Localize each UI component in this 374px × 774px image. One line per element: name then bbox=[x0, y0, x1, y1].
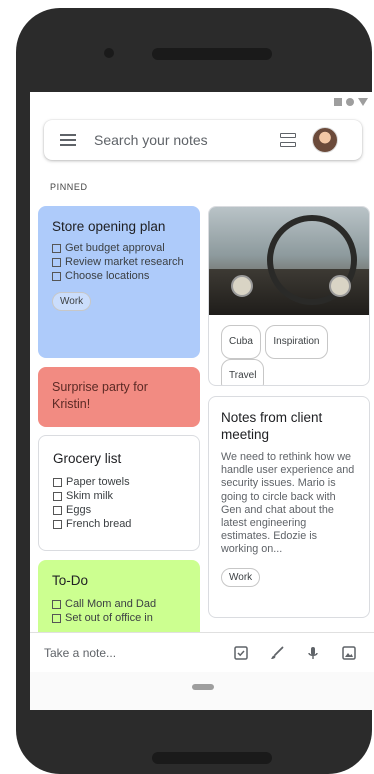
image-icon[interactable] bbox=[340, 644, 358, 662]
microphone-icon[interactable] bbox=[304, 644, 322, 662]
label-chip[interactable]: Cuba bbox=[221, 325, 261, 359]
search-bar[interactable] bbox=[44, 120, 362, 160]
grid-view-icon[interactable] bbox=[280, 133, 296, 147]
gauge-shape bbox=[329, 275, 351, 297]
note-grocery-list[interactable]: Grocery list Paper towels Skim milk Eggs… bbox=[38, 435, 200, 551]
bottom-speaker bbox=[152, 752, 272, 764]
list-item: Choose locations bbox=[52, 269, 186, 283]
note-client-meeting[interactable]: Notes from client meeting We need to ret… bbox=[208, 396, 370, 618]
status-bar bbox=[334, 98, 368, 106]
checkbox-icon[interactable] bbox=[53, 478, 62, 487]
brush-icon[interactable] bbox=[268, 644, 286, 662]
checkbox-icon[interactable] bbox=[53, 520, 62, 529]
list-item: Review market research bbox=[52, 255, 186, 269]
note-title: Notes from client meeting bbox=[221, 410, 323, 442]
list-item: French bread bbox=[53, 517, 185, 531]
note-store-opening-plan[interactable]: Store opening plan Get budget approval R… bbox=[38, 206, 200, 358]
list-item: Get budget approval bbox=[52, 241, 186, 255]
label-chip[interactable]: Inspiration bbox=[265, 325, 328, 359]
car-interior-photo bbox=[209, 207, 369, 315]
label-chip[interactable]: Travel bbox=[221, 359, 265, 385]
note-surprise-party[interactable]: Surprise party for Kristin! bbox=[38, 367, 200, 427]
checkbox-icon[interactable] bbox=[52, 244, 61, 253]
home-pill[interactable] bbox=[192, 684, 214, 690]
note-body: We need to rethink how we handle user ex… bbox=[221, 451, 355, 556]
list-item: Eggs bbox=[53, 503, 185, 517]
note-title: Grocery list bbox=[53, 451, 122, 466]
app-screen: PINNED Store opening plan Get budget app… bbox=[30, 92, 374, 710]
checkbox-icon[interactable] bbox=[52, 600, 61, 609]
take-note-bar: Take a note... bbox=[30, 632, 374, 673]
signal-square-icon bbox=[334, 98, 342, 106]
battery-triangle-icon bbox=[358, 98, 368, 106]
list-item: Skim milk bbox=[53, 489, 185, 503]
menu-icon[interactable] bbox=[60, 134, 76, 146]
search-input[interactable] bbox=[92, 131, 266, 149]
note-photo-cuba[interactable]: Cuba Inspiration Travel bbox=[208, 206, 370, 386]
checkbox-icon[interactable] bbox=[53, 506, 62, 515]
avatar[interactable] bbox=[312, 127, 338, 153]
list-item: Call Mom and Dad bbox=[52, 597, 186, 611]
wifi-dot-icon bbox=[346, 98, 354, 106]
camera-dot bbox=[104, 48, 114, 58]
note-title: Surprise party for Kristin! bbox=[52, 380, 148, 411]
take-note-input[interactable]: Take a note... bbox=[44, 646, 214, 660]
pinned-label: PINNED bbox=[50, 182, 88, 192]
checkbox-icon[interactable] bbox=[52, 258, 61, 267]
earpiece-speaker bbox=[152, 48, 272, 60]
list-item: Paper towels bbox=[53, 475, 185, 489]
gauge-shape bbox=[231, 275, 253, 297]
label-chip[interactable]: Work bbox=[221, 567, 261, 587]
list-item: Set out of office in bbox=[52, 611, 186, 625]
note-title: To-Do bbox=[52, 573, 89, 588]
checkbox-icon[interactable] bbox=[52, 272, 61, 281]
system-nav-bar bbox=[30, 672, 374, 710]
checkbox-icon[interactable] bbox=[53, 492, 62, 501]
label-chip[interactable]: Work bbox=[52, 292, 92, 311]
note-title: Store opening plan bbox=[52, 219, 166, 234]
checkbox-icon[interactable] bbox=[52, 614, 61, 623]
checkbox-icon[interactable] bbox=[232, 644, 250, 662]
